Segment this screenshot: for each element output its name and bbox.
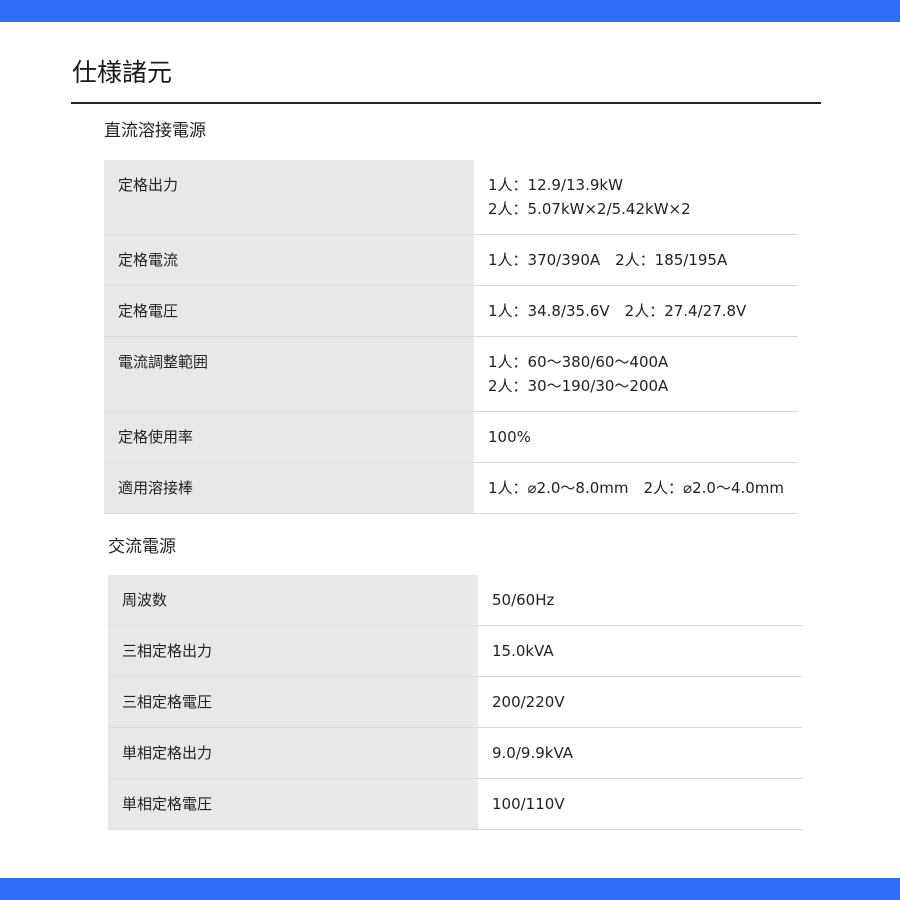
dc-spec-table: 定格出力 1人：12.9/13.9kW 2人：5.07kW×2/5.42kW×2… xyxy=(104,160,798,514)
spec-label: 周波数 xyxy=(108,575,478,626)
table-row: 単相定格出力 9.0/9.9kVA xyxy=(108,727,802,779)
spec-value: 15.0kVA xyxy=(478,625,802,677)
spec-value-line: 1人：370/390A 2人：185/195A xyxy=(488,251,728,269)
spec-label: 適用溶接棒 xyxy=(104,462,474,514)
spec-value-line: 1人：34.8/35.6V 2人：27.4/27.8V xyxy=(488,302,747,320)
spec-label: 単相定格電圧 xyxy=(108,778,478,830)
spec-value: 1人：370/390A 2人：185/195A xyxy=(474,234,798,286)
spec-label: 定格電圧 xyxy=(104,285,474,337)
spec-value-line: 2人：5.07kW×2/5.42kW×2 xyxy=(488,200,691,218)
spec-label: 三相定格電圧 xyxy=(108,676,478,728)
spec-value-line: 2人：30～190/30～200A xyxy=(488,377,669,395)
spec-value: 1人：60～380/60～400A 2人：30～190/30～200A xyxy=(474,336,798,412)
spec-value: 200/220V xyxy=(478,676,802,728)
bottom-accent-bar xyxy=(0,878,900,900)
spec-value-line: 50/60Hz xyxy=(492,591,555,609)
spec-value-line: 100/110V xyxy=(492,795,565,813)
table-row: 適用溶接棒 1人：⌀2.0～8.0mm 2人：⌀2.0～4.0mm xyxy=(104,462,798,514)
ac-section-heading: 交流電源 xyxy=(108,537,176,557)
spec-label: 電流調整範囲 xyxy=(104,336,474,412)
spec-value: 1人：⌀2.0～8.0mm 2人：⌀2.0～4.0mm xyxy=(474,462,798,514)
spec-value: 1人：12.9/13.9kW 2人：5.07kW×2/5.42kW×2 xyxy=(474,160,798,235)
table-row: 三相定格電圧 200/220V xyxy=(108,676,802,728)
spec-label: 単相定格出力 xyxy=(108,727,478,779)
spec-value-line: 1人：60～380/60～400A xyxy=(488,353,669,371)
spec-value-line: 200/220V xyxy=(492,693,565,711)
table-row: 定格出力 1人：12.9/13.9kW 2人：5.07kW×2/5.42kW×2 xyxy=(104,160,798,235)
spec-value: 1人：34.8/35.6V 2人：27.4/27.8V xyxy=(474,285,798,337)
spec-value-line: 15.0kVA xyxy=(492,642,554,660)
spec-value-line: 9.0/9.9kVA xyxy=(492,744,574,762)
table-row: 単相定格電圧 100/110V xyxy=(108,778,802,830)
ac-spec-table: 周波数 50/60Hz 三相定格出力 15.0kVA 三相定格電圧 200/22… xyxy=(108,575,802,830)
table-row: 定格電流 1人：370/390A 2人：185/195A xyxy=(104,234,798,286)
title-divider xyxy=(71,102,821,104)
top-accent-bar xyxy=(0,0,900,22)
page-title: 仕様諸元 xyxy=(72,58,173,87)
table-row: 定格使用率 100% xyxy=(104,411,798,463)
spec-value-line: 1人：⌀2.0～8.0mm 2人：⌀2.0～4.0mm xyxy=(488,479,785,497)
spec-label: 定格出力 xyxy=(104,160,474,235)
table-row: 三相定格出力 15.0kVA xyxy=(108,625,802,677)
table-row: 電流調整範囲 1人：60～380/60～400A 2人：30～190/30～20… xyxy=(104,336,798,412)
table-row: 定格電圧 1人：34.8/35.6V 2人：27.4/27.8V xyxy=(104,285,798,337)
spec-value-line: 100% xyxy=(488,428,531,446)
spec-value: 100% xyxy=(474,411,798,463)
spec-value: 50/60Hz xyxy=(478,575,802,626)
spec-label: 定格使用率 xyxy=(104,411,474,463)
spec-value: 9.0/9.9kVA xyxy=(478,727,802,779)
dc-section-heading: 直流溶接電源 xyxy=(104,121,206,141)
spec-label: 三相定格出力 xyxy=(108,625,478,677)
spec-value-line: 1人：12.9/13.9kW xyxy=(488,176,623,194)
spec-label: 定格電流 xyxy=(104,234,474,286)
table-row: 周波数 50/60Hz xyxy=(108,575,802,626)
spec-value: 100/110V xyxy=(478,778,802,830)
